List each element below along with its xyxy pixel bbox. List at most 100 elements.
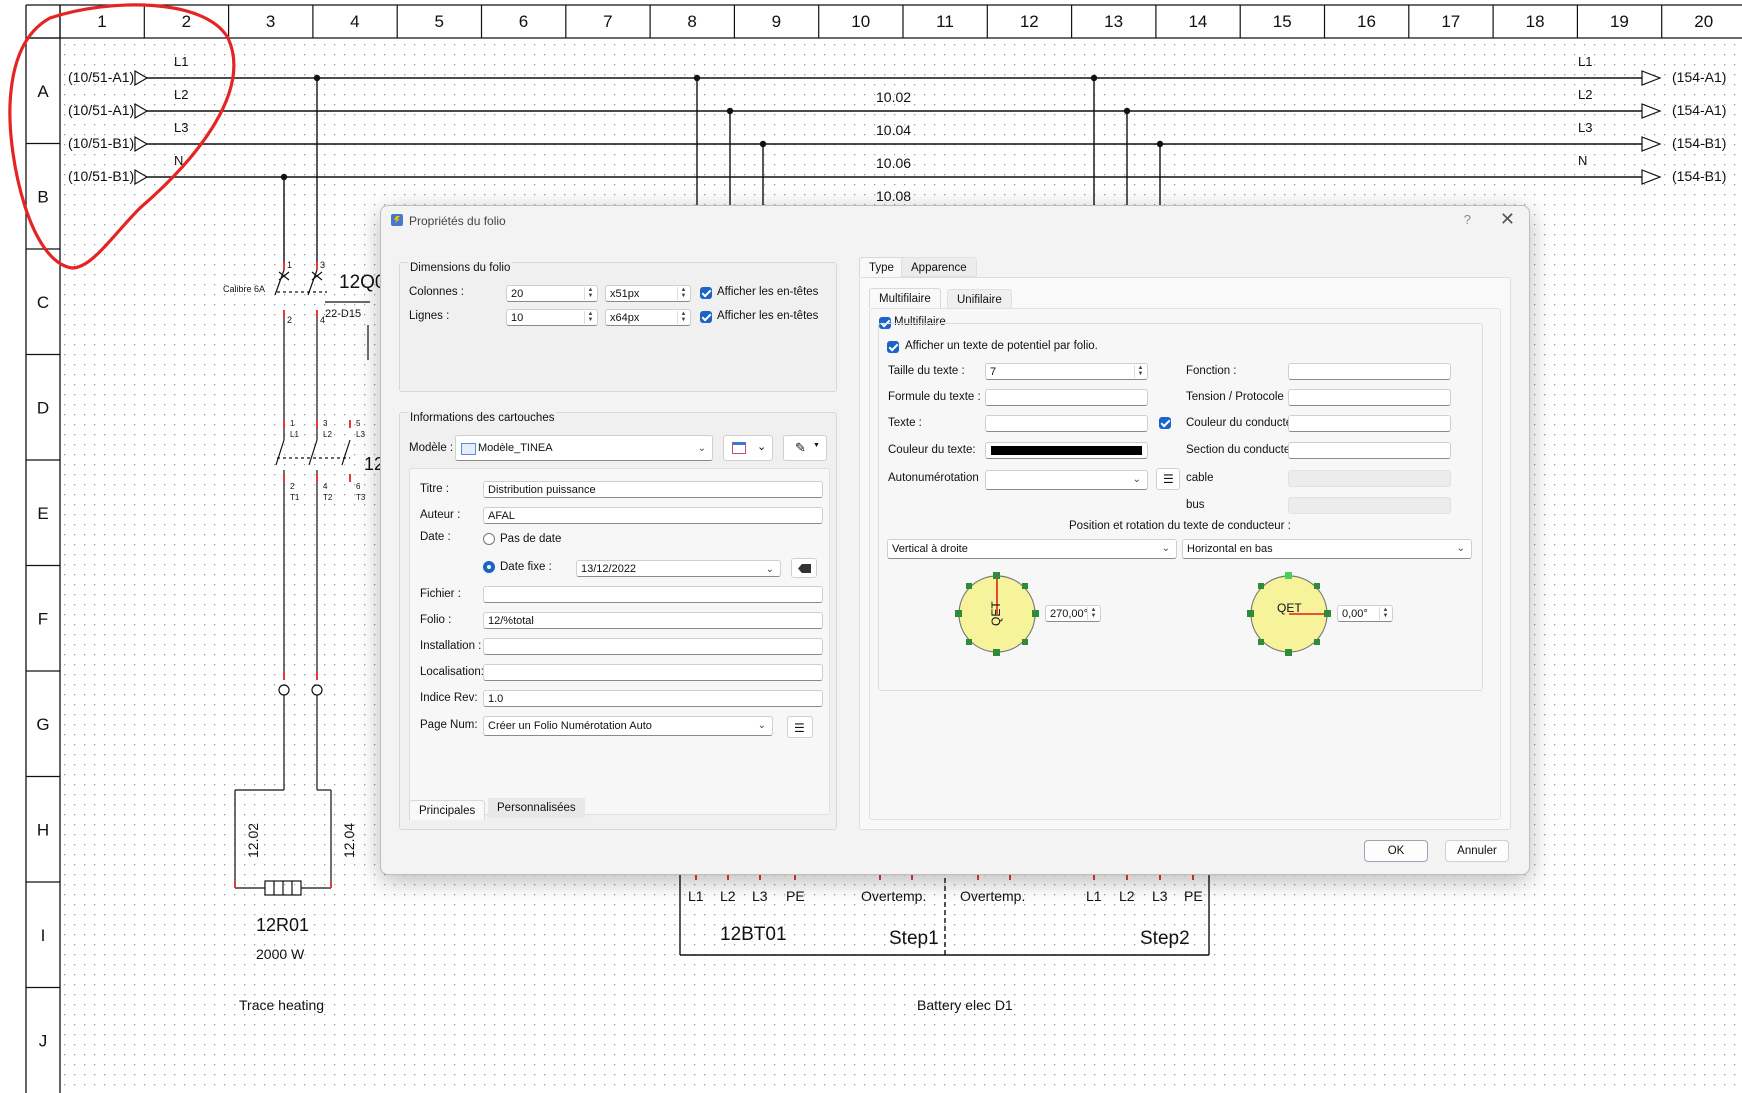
model-combobox[interactable]: Modèle_TINEA ⌄ <box>455 435 713 461</box>
spin-arrows-icon[interactable]: ▲ ▼ <box>584 311 596 324</box>
contactor-pin-l2: L2 <box>323 430 332 439</box>
tab-unifilaire[interactable]: Unifilaire <box>947 289 1012 309</box>
contactor-pin-t2: T2 <box>323 493 333 502</box>
horizontal-rotation-value: 0,00° <box>1342 608 1368 620</box>
rows-value: 10 <box>511 312 524 324</box>
text-color-swatch <box>991 446 1142 455</box>
multifilaire-group: Afficher un texte de potentiel par folio… <box>878 323 1483 691</box>
row-height-spinbox[interactable]: x64px ▲ ▼ <box>605 309 691 326</box>
breaker-rating: Calibre 6A <box>223 284 265 294</box>
spin-arrows-icon[interactable]: ▲ ▼ <box>1087 607 1099 620</box>
page-num-value: Créer un Folio Numérotation Auto <box>488 720 652 732</box>
date-picker[interactable]: 13/12/2022 ⌄ <box>576 560 781 577</box>
tab-personnalisees[interactable]: Personnalisées <box>488 798 585 818</box>
file-field[interactable] <box>483 586 823 603</box>
formula-field[interactable] <box>985 389 1148 406</box>
vertical-position-combobox[interactable]: Vertical à droite ⌄ <box>887 539 1177 559</box>
contactor-pin-l3: L3 <box>356 430 365 439</box>
location-field[interactable] <box>483 664 823 681</box>
contactor-pin-2: 2 <box>290 482 295 491</box>
voltage-field[interactable] <box>1288 389 1451 406</box>
author-field[interactable]: AFAL <box>483 507 823 524</box>
vertical-rotation-dial[interactable]: QET <box>953 570 1041 658</box>
tab-apparence[interactable]: Apparence <box>901 257 977 277</box>
right-phase-label-l3: L3 <box>1578 120 1592 135</box>
columns-label: Colonnes : <box>409 286 464 298</box>
trace-heating-caption: Trace heating <box>239 997 324 1013</box>
chevron-down-icon: ⌄ <box>757 720 766 731</box>
text-size-spinbox[interactable]: 7 ▲ ▼ <box>985 363 1148 380</box>
vertical-rotation-spinbox[interactable]: 270,00° ▲ ▼ <box>1045 605 1101 622</box>
autonumbering-settings-button[interactable]: ☰ <box>1156 468 1180 490</box>
revision-field[interactable]: 1.0 <box>483 690 823 707</box>
cancel-button[interactable]: Annuler <box>1445 840 1509 862</box>
left-ref-a1: (10/51-A1) <box>68 69 134 85</box>
autonumbering-combobox[interactable]: ⌄ <box>985 470 1148 490</box>
chevron-down-icon: ⌄ <box>765 564 774 575</box>
column-header-19: 19 <box>1610 12 1629 31</box>
close-icon[interactable]: ✕ <box>1500 209 1515 230</box>
spin-arrows-icon[interactable]: ▲ ▼ <box>1134 365 1146 378</box>
function-field[interactable] <box>1288 363 1451 380</box>
column-header-20: 20 <box>1694 12 1713 31</box>
no-date-radio[interactable] <box>483 533 495 545</box>
row-header-J: J <box>39 1032 48 1051</box>
horizontal-rotation-spinbox[interactable]: 0,00° ▲ ▼ <box>1337 605 1393 622</box>
bus-label: bus <box>1186 499 1205 511</box>
page-num-label: Page Num: <box>420 719 478 731</box>
location-label: Localisation: <box>420 666 484 678</box>
conductor-section-field[interactable] <box>1288 442 1451 459</box>
template-preview-button[interactable]: ⌄ <box>723 435 773 461</box>
show-column-headers-checkbox[interactable] <box>700 287 712 299</box>
left-ref-b1-2: (10/51-B1) <box>68 168 134 184</box>
position-rotation-title: Position et rotation du texte de conduct… <box>1069 520 1291 532</box>
breaker-ref: 22-D15 <box>325 308 361 320</box>
potential-text-checkbox[interactable] <box>887 341 899 353</box>
horizontal-position-value: Horizontal en bas <box>1187 543 1273 555</box>
column-header-13: 13 <box>1104 12 1123 31</box>
chevron-down-icon: ⌄ <box>757 441 767 453</box>
row-header-A: A <box>37 82 49 101</box>
tab-type[interactable]: Type <box>859 257 904 277</box>
page-num-combobox[interactable]: Créer un Folio Numérotation Auto ⌄ <box>483 716 773 736</box>
installation-field[interactable] <box>483 638 823 655</box>
caret-down-icon: ▼ <box>813 442 820 449</box>
battery-label: 12BT01 <box>720 924 787 945</box>
tab-principales[interactable]: Principales <box>409 800 486 820</box>
title-field[interactable]: Distribution puissance <box>483 481 823 498</box>
horizontal-rotation-dial[interactable]: QET <box>1245 570 1333 658</box>
help-icon[interactable]: ? <box>1464 212 1471 227</box>
conductor-color-field[interactable] <box>1288 415 1451 432</box>
conductor-section-label: Section du conducteur <box>1186 444 1301 456</box>
clear-date-button[interactable] <box>791 558 817 578</box>
right-ref-b1: (154-B1) <box>1672 135 1726 151</box>
column-width-spinbox[interactable]: x51px ▲ ▼ <box>605 285 691 302</box>
spin-arrows-icon[interactable]: ▲ ▼ <box>677 287 689 300</box>
text-field[interactable] <box>985 415 1148 432</box>
battery-caption: Battery elec D1 <box>917 997 1013 1013</box>
folio-dimensions-title: Dimensions du folio <box>408 262 513 274</box>
spin-arrows-icon[interactable]: ▲ ▼ <box>1379 607 1391 620</box>
columns-spinbox[interactable]: 20 ▲ ▼ <box>506 285 598 302</box>
spin-arrows-icon[interactable]: ▲ ▼ <box>584 287 596 300</box>
ok-button[interactable]: OK <box>1364 840 1428 862</box>
dialog-titlebar[interactable]: Propriétés du folio ? ✕ <box>381 206 1529 236</box>
text-field-checkbox[interactable] <box>1159 417 1171 429</box>
author-value: AFAL <box>488 510 515 522</box>
show-row-headers-checkbox[interactable] <box>700 311 712 323</box>
bus-field <box>1288 497 1451 514</box>
fixed-date-radio[interactable] <box>483 561 495 573</box>
sliders-icon: ☰ <box>794 721 805 735</box>
contactor-pin-6: 6 <box>356 482 361 491</box>
tab-multifilaire[interactable]: Multifilaire <box>869 288 941 308</box>
row-header-D: D <box>37 399 49 418</box>
battery-term-l2: L2 <box>720 888 736 904</box>
text-color-button[interactable] <box>985 442 1148 459</box>
show-row-headers-label: Afficher les en-têtes <box>717 310 819 322</box>
horizontal-position-combobox[interactable]: Horizontal en bas ⌄ <box>1182 539 1472 559</box>
edit-template-button[interactable]: ✎ ▼ <box>783 435 827 461</box>
page-num-settings-button[interactable]: ☰ <box>787 716 813 738</box>
spin-arrows-icon[interactable]: ▲ ▼ <box>677 311 689 324</box>
folio-field[interactable]: 12/%total <box>483 612 823 629</box>
rows-spinbox[interactable]: 10 ▲ ▼ <box>506 309 598 326</box>
